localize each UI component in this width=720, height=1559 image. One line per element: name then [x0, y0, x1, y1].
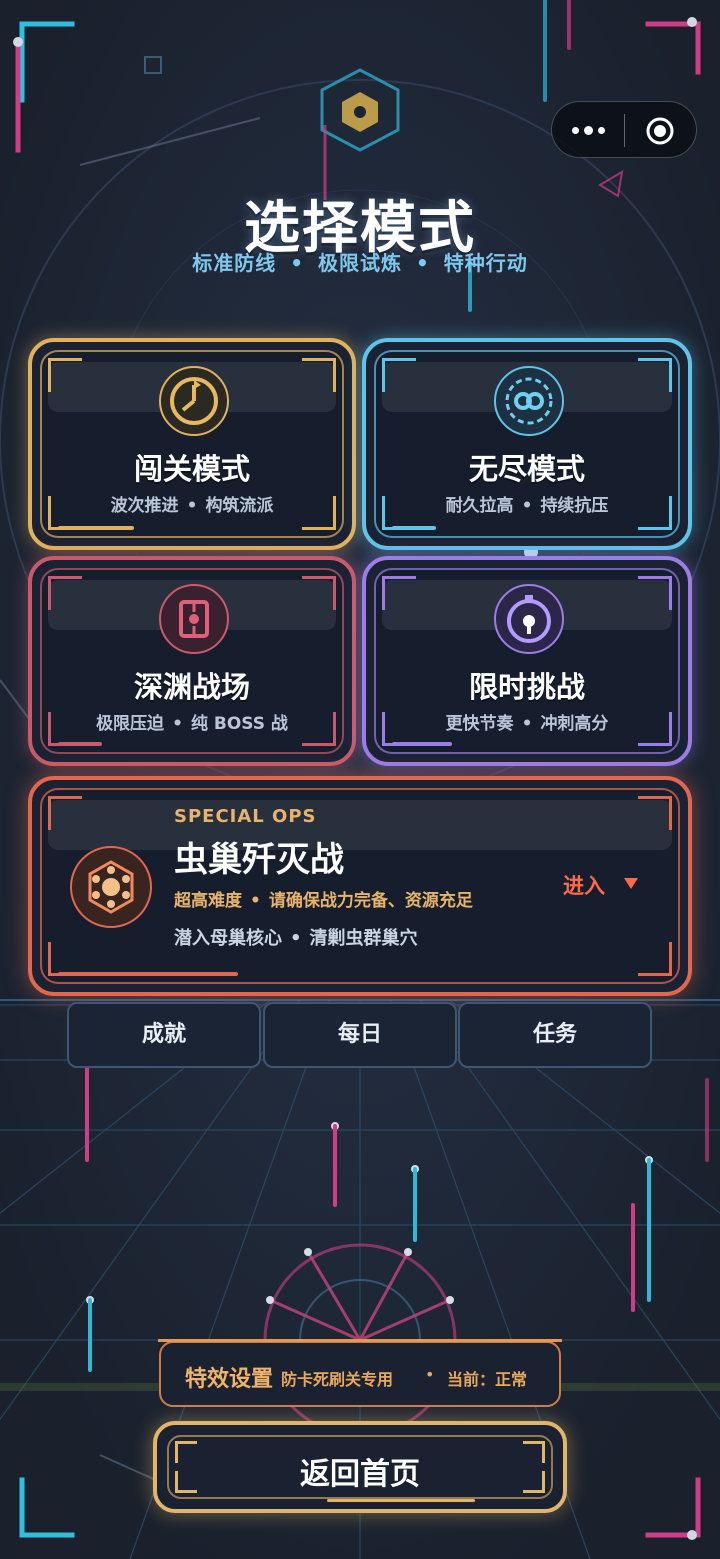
target-close-icon[interactable]: [645, 116, 675, 146]
special-ops-card[interactable]: SPECIAL OPS 虫巢歼灭战 超高难度 • 请确保战力完备、资源充足 潜入母巢…: [28, 776, 692, 996]
frame-corner: [382, 576, 416, 610]
more-dots-icon[interactable]: [572, 122, 612, 139]
home-label: 返回首页: [300, 1457, 420, 1492]
tab-achievements[interactable]: 成就: [67, 1002, 261, 1068]
back-home-button[interactable]: 返回首页: [153, 1421, 567, 1513]
mode-card-abyss[interactable]: 深渊战场 极限压迫 • 纯 BOSS 战: [28, 556, 356, 766]
frame-corner: [382, 358, 416, 392]
subtitle-separator: •: [290, 251, 304, 275]
mode-desc-item: 极限压迫: [96, 714, 165, 734]
effects-top-line: [158, 1339, 562, 1342]
mode-desc: 耐久拉高 • 持续抗压: [366, 491, 688, 516]
frame-corner: [48, 796, 82, 830]
home-accent-bar: [327, 1499, 475, 1502]
mode-desc-item: 持续抗压: [540, 496, 609, 516]
frame-corner: [638, 576, 672, 610]
card-accent-bar: [58, 526, 134, 530]
warning-item: 请确保战力完备、资源充足: [268, 891, 473, 911]
stopwatch-icon: [494, 584, 564, 654]
mode-card-stage[interactable]: 闯关模式 波次推进 • 构筑流派: [28, 338, 356, 550]
mode-desc: 极限压迫 • 纯 BOSS 战: [32, 709, 352, 734]
subtitle-separator: •: [416, 251, 430, 275]
effects-status: 当前：正常: [447, 1370, 528, 1389]
mode-name: 无尽模式: [468, 452, 585, 486]
desc-separator: •: [172, 714, 183, 734]
special-tag: SPECIAL OPS: [174, 806, 317, 827]
mode-desc: 更快节奏 • 冲刺高分: [366, 709, 688, 734]
special-name: 虫巢歼灭战: [174, 840, 344, 880]
goal-item: 清剿虫群巢穴: [309, 928, 418, 949]
mode-name: 限时挑战: [468, 670, 585, 704]
card-accent-bar: [392, 526, 436, 530]
warning-item: 超高难度: [174, 891, 242, 911]
mode-desc-item: 纯 BOSS 战: [190, 714, 288, 734]
special-warning: 超高难度 • 请确保战力完备、资源充足: [174, 886, 473, 911]
mode-desc: 波次推进 • 构筑流派: [32, 491, 352, 516]
frame-corner: [48, 942, 82, 976]
mode-desc-item: 波次推进: [110, 496, 179, 516]
desc-separator: •: [521, 714, 533, 734]
frame-corner: [48, 576, 82, 610]
goal-item: 潜入母巢核心: [174, 928, 282, 949]
card-gloss: [48, 800, 672, 850]
mode-name: 深渊战场: [133, 670, 250, 704]
effects-separator: •: [425, 1365, 435, 1384]
mode-desc-item: 构筑流派: [205, 496, 274, 516]
frame-corner: [638, 942, 672, 976]
frame-corner: [302, 358, 336, 392]
frame-corner: [638, 796, 672, 830]
mode-card-endless[interactable]: 无尽模式 耐久拉高 • 持续抗压: [362, 338, 692, 550]
mode-name: 闯关模式: [133, 452, 250, 486]
tab-daily[interactable]: 每日: [263, 1002, 457, 1068]
tab-tasks[interactable]: 任务: [458, 1002, 652, 1068]
mode-desc-item: 耐久拉高: [445, 496, 514, 516]
frame-corner: [638, 358, 672, 392]
mini-program-capsule: [551, 101, 697, 158]
warning-separator: •: [250, 891, 261, 911]
subtitle-item: 极限试炼: [318, 251, 402, 275]
goal-separator: •: [290, 928, 302, 949]
mode-card-timed[interactable]: 限时挑战 更快节奏 • 冲刺高分: [362, 556, 692, 766]
frame-corner: [302, 576, 336, 610]
effects-setting-button[interactable]: 特效设置 防卡死刷关专用 • 当前：正常: [158, 1339, 562, 1407]
abyss-core-icon: [159, 584, 229, 654]
effects-hint: 防卡死刷关专用: [281, 1370, 394, 1389]
flag-clock-icon: [159, 366, 229, 436]
infinity-orbit-icon: [494, 366, 564, 436]
frame-corner: [48, 358, 82, 392]
mode-desc-item: 更快节奏: [445, 714, 514, 734]
capsule-divider: [624, 114, 625, 147]
card-accent-bar: [58, 742, 102, 746]
subtitle-item: 特种行动: [443, 251, 528, 275]
subtitle-item: 标准防线: [192, 251, 277, 275]
desc-separator: •: [186, 496, 198, 516]
enter-arrow-icon: [624, 878, 638, 889]
mode-desc-item: 冲刺高分: [540, 714, 609, 734]
hive-core-icon: [70, 846, 152, 928]
enter-button[interactable]: 进入: [563, 870, 605, 900]
card-accent-bar: [58, 972, 238, 976]
desc-separator: •: [521, 496, 533, 516]
card-accent-bar: [392, 742, 452, 746]
effects-label: 特效设置: [185, 1367, 274, 1392]
page-subtitle: 标准防线 • 极限试炼 • 特种行动: [0, 247, 720, 276]
special-goal: 潜入母巢核心 • 清剿虫群巢穴: [174, 924, 418, 950]
